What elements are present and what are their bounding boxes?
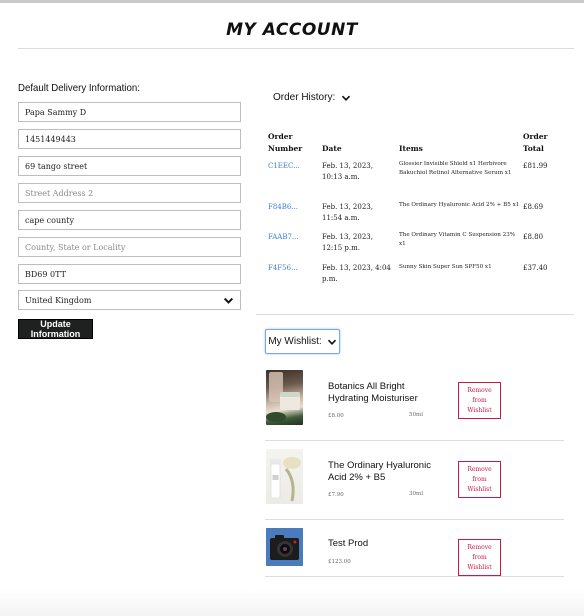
chevron-down-icon	[223, 297, 234, 304]
header-date: Date	[322, 144, 342, 153]
product-name[interactable]: The Ordinary Hyaluronic Acid 2% + B5	[328, 460, 438, 484]
county-input[interactable]	[18, 237, 241, 257]
order-total: £8.69	[523, 203, 544, 211]
full-name-input[interactable]	[18, 102, 241, 122]
header-items: Items	[399, 144, 423, 153]
phone-input[interactable]	[18, 129, 241, 149]
order-number-link[interactable]: F4F56...	[268, 263, 298, 274]
order-total: £37.40	[523, 264, 548, 272]
product-name[interactable]: Botanics All Bright Hydrating Moisturise…	[328, 381, 438, 405]
product-price: £8.00	[328, 413, 344, 419]
order-date: Feb. 13, 2023, 11:54 a.m.	[322, 203, 373, 222]
order-number-link[interactable]: C1EEC...	[268, 161, 300, 172]
delivery-heading: Default Delivery Information:	[18, 82, 140, 94]
item-divider	[265, 440, 564, 441]
chevron-down-icon	[342, 95, 351, 101]
order-total: £8.80	[523, 233, 544, 241]
product-image[interactable]	[266, 370, 303, 425]
item-divider	[265, 576, 564, 577]
serum-bottle-icon	[270, 457, 301, 502]
product-name[interactable]: Test Prod	[328, 538, 438, 550]
header-order-number: Order Number	[268, 132, 303, 153]
camera-icon	[266, 528, 303, 566]
street-address-2-input[interactable]	[18, 183, 241, 203]
order-items: Sunny Skin Super Sun SPF50 x1	[399, 264, 492, 270]
order-total: £81.99	[523, 162, 548, 170]
chevron-down-icon	[327, 339, 336, 345]
product-size: 30ml	[409, 491, 423, 497]
order-history-label: Order History:	[273, 92, 336, 103]
header-order-total: Order Total	[523, 132, 548, 153]
wishlist-label: My Wishlist:	[268, 336, 322, 347]
wishlist-item: Botanics All Bright Hydrating Moisturise…	[265, 367, 564, 445]
order-number-link[interactable]: F84B6...	[268, 202, 298, 213]
section-divider	[256, 314, 574, 315]
title-divider	[18, 48, 574, 49]
product-image[interactable]	[266, 449, 303, 504]
country-value: United Kingdom	[25, 295, 92, 305]
item-divider	[265, 519, 564, 520]
order-items: Glossier Invisible Shield x1 Herbivore B…	[399, 161, 512, 176]
order-date: Feb. 13, 2023, 12:15 p.m.	[322, 233, 373, 252]
order-history-toggle[interactable]: Order History:	[273, 92, 351, 103]
wishlist-toggle[interactable]: My Wishlist:	[265, 329, 340, 354]
wishlist-item: The Ordinary Hyaluronic Acid 2% + B5 £7.…	[265, 446, 564, 524]
street-address-1-input[interactable]	[18, 156, 241, 176]
page-title: MY ACCOUNT	[226, 20, 358, 40]
product-price: £123.00	[328, 559, 351, 565]
town-input[interactable]	[18, 210, 241, 230]
moisturiser-jar-icon	[266, 372, 300, 422]
order-items: The Ordinary Hyaluronic Acid 2% + B5 x1	[399, 202, 520, 208]
country-select[interactable]: United Kingdom	[18, 290, 241, 310]
page-bottom-fade	[0, 590, 584, 616]
product-size: 50ml	[409, 412, 423, 418]
order-date: Feb. 13, 2023, 10:13 a.m.	[322, 162, 373, 181]
postcode-input[interactable]	[18, 264, 241, 284]
remove-from-wishlist-button[interactable]: Remove from Wishlist	[458, 461, 501, 498]
order-items: The Ordinary Vitamin C Suspension 23% x1	[399, 232, 516, 247]
remove-from-wishlist-button[interactable]: Remove from Wishlist	[458, 382, 501, 419]
remove-from-wishlist-button[interactable]: Remove from Wishlist	[458, 539, 501, 576]
top-bar	[0, 0, 584, 3]
update-information-button[interactable]: Update Information	[18, 319, 93, 339]
product-price: £7.90	[328, 492, 344, 498]
order-number-link[interactable]: FAAB7...	[268, 232, 299, 243]
product-image[interactable]	[266, 528, 303, 566]
order-date: Feb. 13, 2023, 4:04 p.m.	[322, 264, 391, 283]
